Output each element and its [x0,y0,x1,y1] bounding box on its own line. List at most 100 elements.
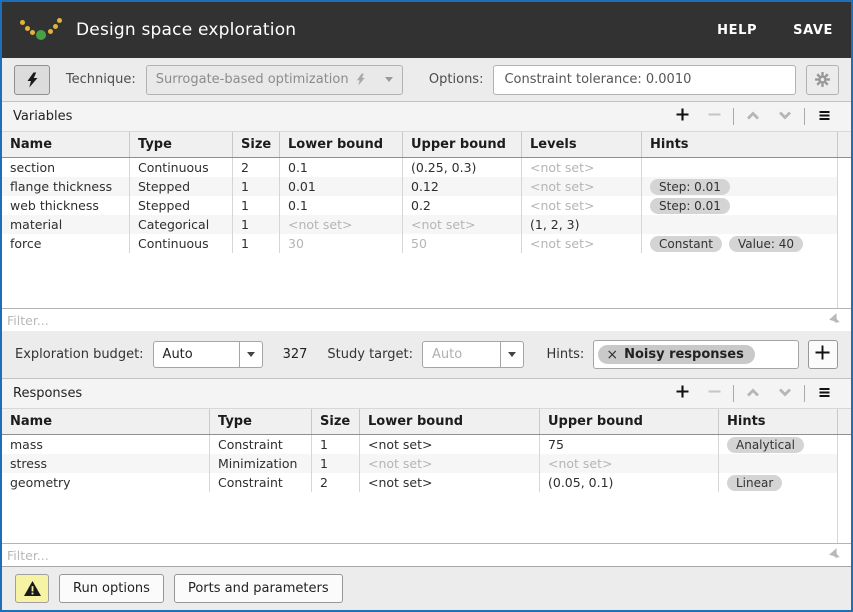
move-up-button[interactable] [737,383,769,405]
column-header-size[interactable]: Size [312,409,360,434]
column-header-upper-bound[interactable]: Upper bound [540,409,719,434]
cell[interactable]: 1 [233,196,280,215]
table-row[interactable]: massConstraint1<not set>75Analytical [2,435,838,454]
cell[interactable]: Stepped [130,196,233,215]
cell[interactable]: force [2,234,130,253]
cell[interactable]: Stepped [130,177,233,196]
hints-cell[interactable]: Step: 0.01 [642,196,838,215]
help-button[interactable]: HELP [717,23,757,38]
cell[interactable]: <not set> [403,215,522,234]
cell[interactable]: <not set> [280,215,403,234]
cell[interactable]: geometry [2,473,210,492]
hints-cell[interactable]: Step: 0.01 [642,177,838,196]
cell[interactable]: 2 [312,473,360,492]
hints-cell[interactable]: Linear [719,473,838,492]
options-input[interactable] [493,65,795,95]
column-header-hints[interactable]: Hints [642,132,838,157]
cell[interactable]: (1, 2, 3) [522,215,642,234]
cell[interactable]: 1 [312,435,360,454]
column-header-hints[interactable]: Hints [719,409,838,434]
hints-cell[interactable]: ConstantValue: 40 [642,234,838,253]
cell[interactable]: Continuous [130,158,233,177]
cell[interactable]: 0.1 [280,158,403,177]
cell[interactable]: 0.2 [403,196,522,215]
cell[interactable]: <not set> [540,454,719,473]
cell[interactable]: <not set> [522,196,642,215]
add-variable-button[interactable] [666,106,698,128]
technique-select[interactable]: Surrogate-based optimization [146,65,403,95]
responses-filter-input[interactable] [2,548,851,563]
cell[interactable]: 1 [233,215,280,234]
cell[interactable]: stress [2,454,210,473]
cell[interactable]: 75 [540,435,719,454]
column-header-type[interactable]: Type [130,132,233,157]
remove-variable-button[interactable] [698,106,730,128]
variables-filter-input[interactable] [2,313,851,328]
move-up-button[interactable] [737,106,769,128]
cell[interactable]: mass [2,435,210,454]
cell[interactable]: 0.1 [280,196,403,215]
cell[interactable]: section [2,158,130,177]
column-header-levels[interactable]: Levels [522,132,642,157]
cell[interactable]: web thickness [2,196,130,215]
technique-toggle-button[interactable] [14,65,50,95]
cell[interactable]: <not set> [522,158,642,177]
column-header-size[interactable]: Size [233,132,280,157]
hints-cell[interactable] [642,158,838,177]
cell[interactable]: <not set> [360,473,540,492]
cell[interactable]: <not set> [360,454,540,473]
cell[interactable]: 2 [233,158,280,177]
table-row[interactable]: forceContinuous13050<not set>ConstantVal… [2,234,838,253]
table-row[interactable]: sectionContinuous20.1(0.25, 0.3)<not set… [2,158,838,177]
cell[interactable]: Constraint [210,435,312,454]
cell[interactable]: 1 [233,177,280,196]
cell[interactable]: Categorical [130,215,233,234]
cell[interactable]: 0.01 [280,177,403,196]
hints-cell[interactable] [642,215,838,234]
ports-parameters-button[interactable]: Ports and parameters [174,574,343,603]
cell[interactable]: Minimization [210,454,312,473]
cell[interactable]: 30 [280,234,403,253]
warning-button[interactable] [15,574,49,603]
cell[interactable]: Constraint [210,473,312,492]
cell[interactable]: material [2,215,130,234]
hints-cell[interactable]: Analytical [719,435,838,454]
column-header-upper-bound[interactable]: Upper bound [403,132,522,157]
column-header-name[interactable]: Name [2,132,130,157]
remove-tag-icon[interactable]: × [606,348,618,362]
cell[interactable]: (0.25, 0.3) [403,158,522,177]
table-row[interactable]: stressMinimization1<not set><not set> [2,454,838,473]
cell[interactable]: 0.12 [403,177,522,196]
remove-response-button[interactable] [698,383,730,405]
responses-menu-button[interactable] [808,383,840,405]
cell[interactable]: (0.05, 0.1) [540,473,719,492]
column-header-type[interactable]: Type [210,409,312,434]
options-settings-button[interactable] [806,65,839,95]
run-options-button[interactable]: Run options [59,574,164,603]
hints-cell[interactable] [719,454,838,473]
table-row[interactable]: flange thicknessStepped10.010.12<not set… [2,177,838,196]
budget-select[interactable]: Auto [153,341,263,368]
cell[interactable]: 50 [403,234,522,253]
table-row[interactable]: materialCategorical1<not set><not set>(1… [2,215,838,234]
cell[interactable]: <not set> [360,435,540,454]
cell[interactable]: <not set> [522,177,642,196]
move-down-button[interactable] [769,106,801,128]
cell[interactable]: flange thickness [2,177,130,196]
cell[interactable]: 1 [233,234,280,253]
add-hint-button[interactable] [808,340,838,369]
table-row[interactable]: web thicknessStepped10.10.2<not set>Step… [2,196,838,215]
cell[interactable]: <not set> [522,234,642,253]
cell[interactable]: 1 [312,454,360,473]
move-down-button[interactable] [769,383,801,405]
add-response-button[interactable] [666,383,698,405]
column-header-name[interactable]: Name [2,409,210,434]
column-header-lower-bound[interactable]: Lower bound [280,132,403,157]
table-row[interactable]: geometryConstraint2<not set>(0.05, 0.1)L… [2,473,838,492]
save-button[interactable]: SAVE [793,23,833,38]
variables-menu-button[interactable] [808,106,840,128]
cell[interactable]: Continuous [130,234,233,253]
hints-field[interactable]: × Noisy responses [593,340,798,369]
column-header-lower-bound[interactable]: Lower bound [360,409,540,434]
study-target-select[interactable]: Auto [422,341,524,368]
